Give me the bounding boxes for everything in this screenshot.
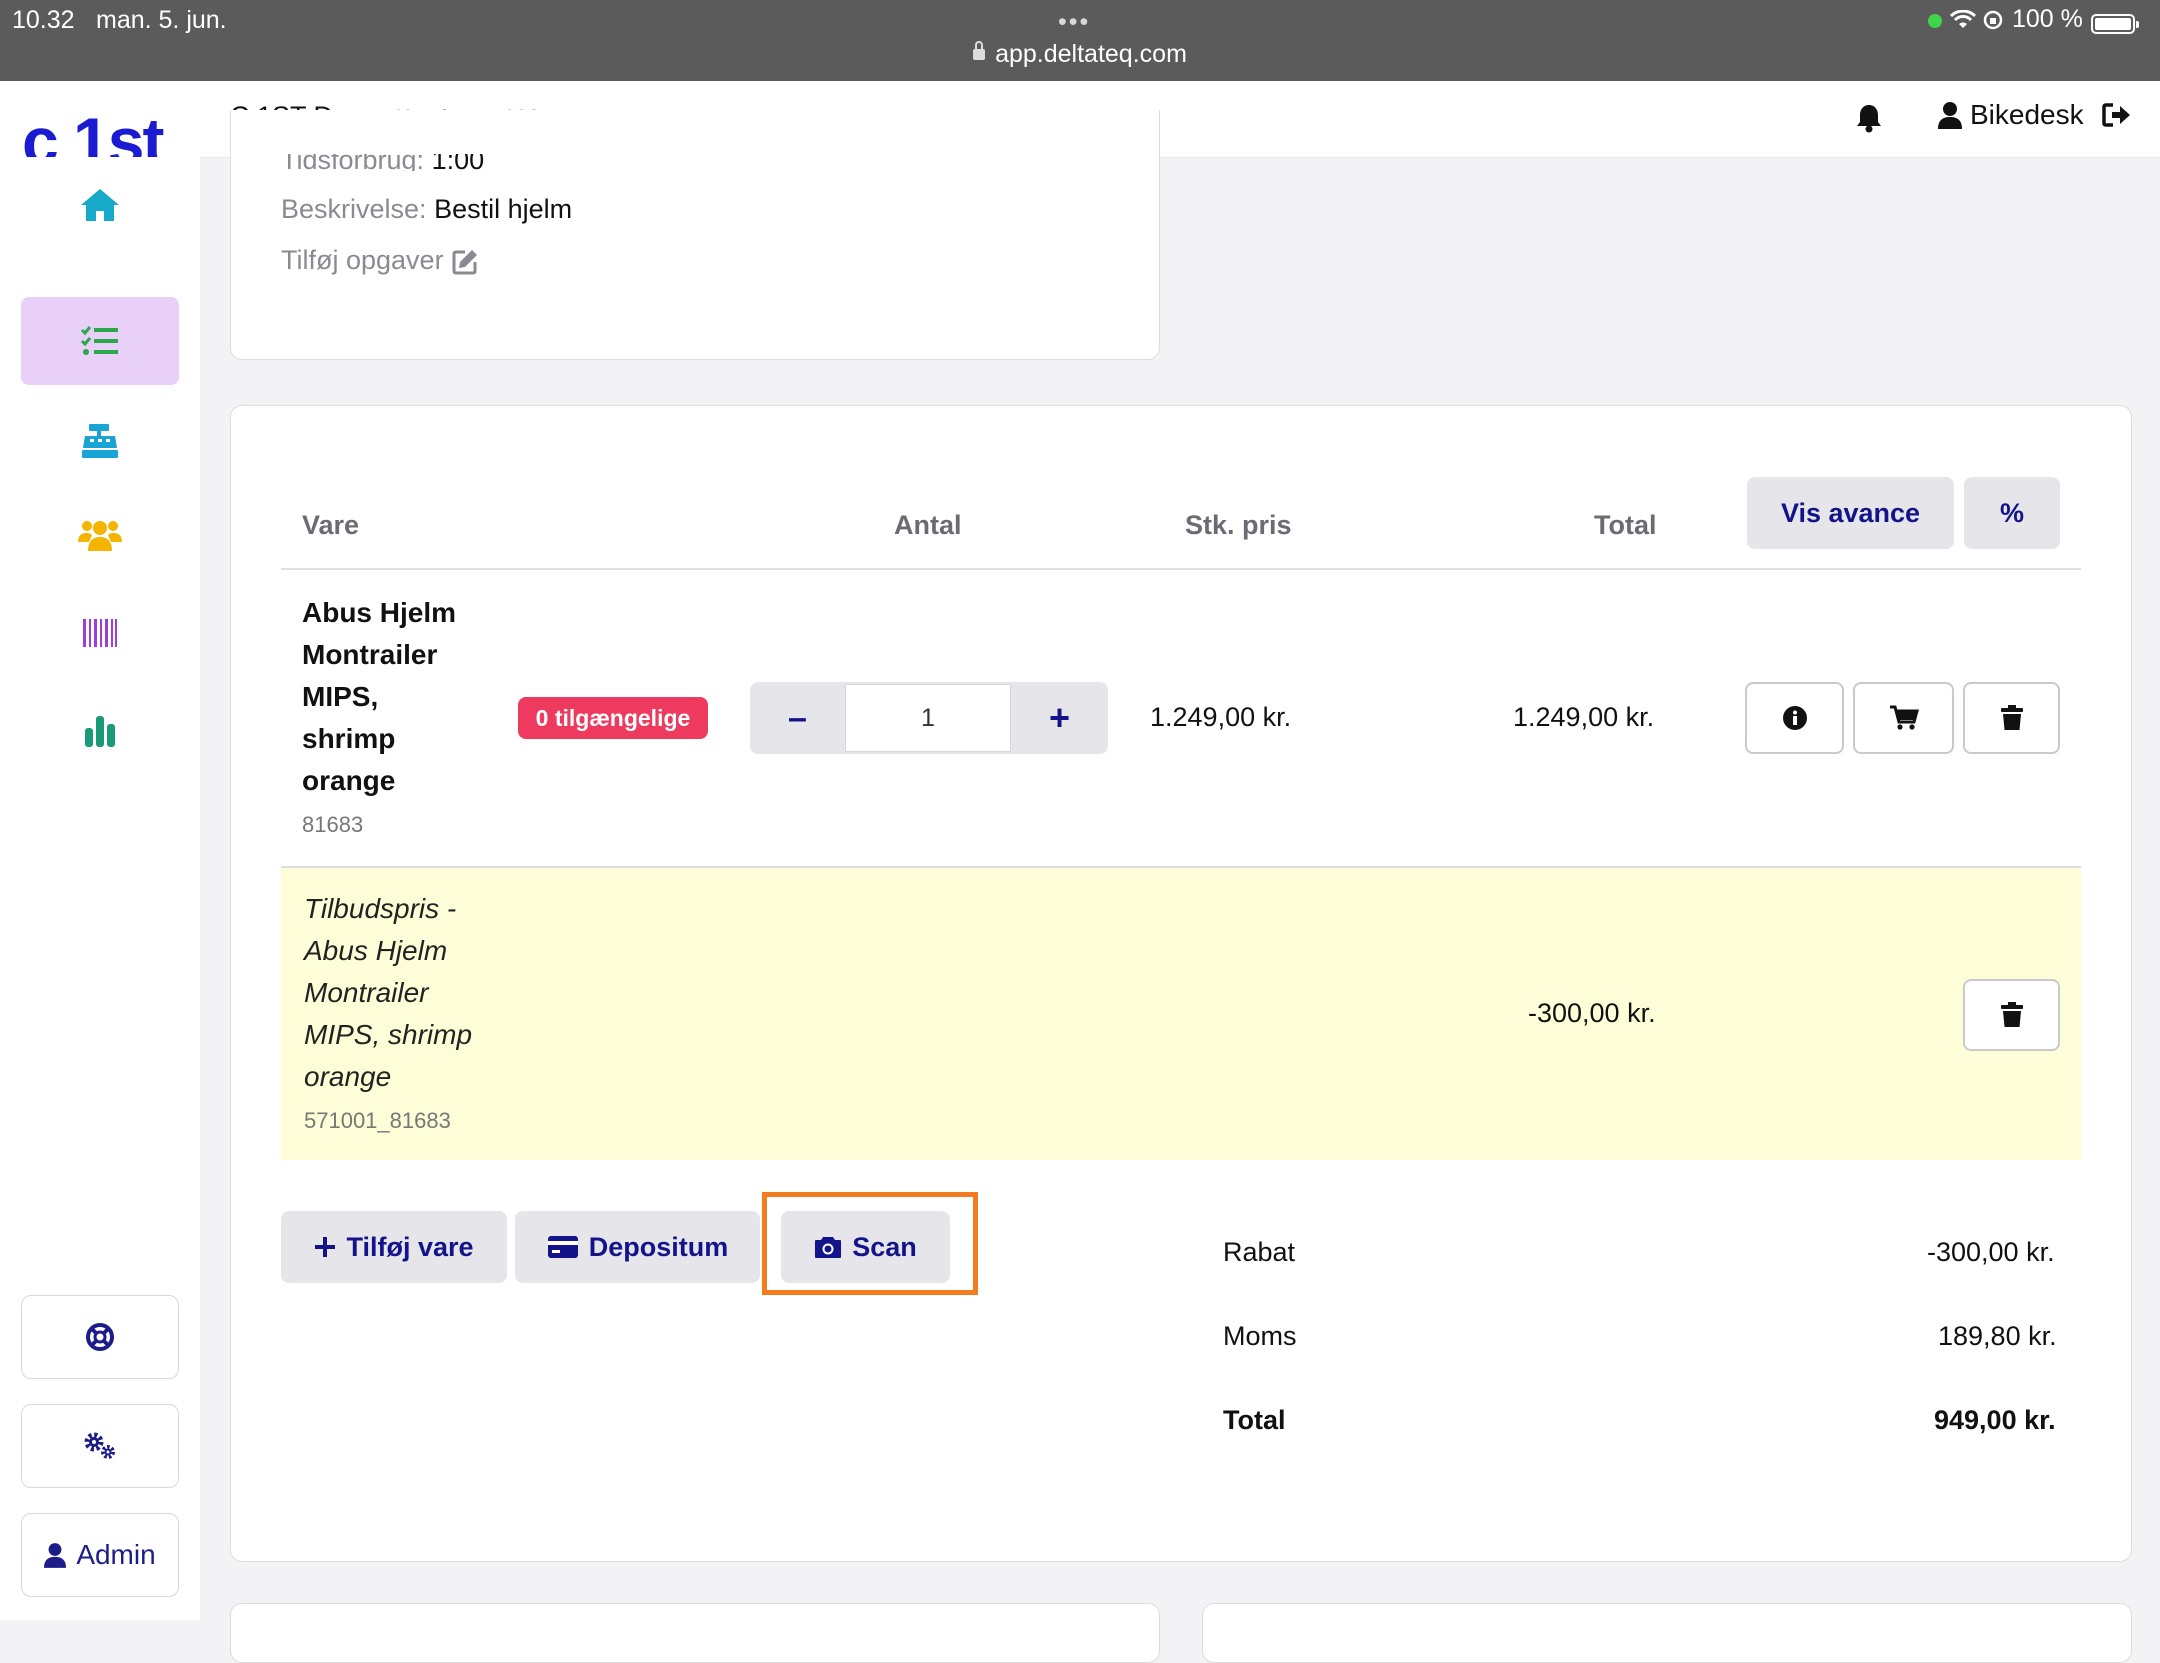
credit-card-icon [547,1236,578,1258]
scan-button[interactable]: Scan [781,1211,950,1283]
increase-qty-button[interactable]: + [1011,682,1108,754]
bottom-card-left [230,1603,1160,1663]
description-label: Beskrivelse: [281,194,427,224]
unit-price: 1.249,00 kr. [1150,702,1292,732]
offer-name: Tilbudspris - Abus Hjelm Montrailer MIPS… [304,893,473,1092]
quantity-stepper: – 1 + [750,682,1108,754]
sidebar-item-tasks[interactable] [21,297,179,385]
table-row-offer [281,868,2081,1160]
column-header-unit-price: Stk. pris [1185,510,1292,540]
deposit-label: Depositum [588,1231,729,1262]
camera-indicator-icon [1928,13,1942,28]
description-value: Bestil hjelm [434,194,573,224]
column-header-qty: Antal [894,510,962,540]
show-margin-button[interactable]: Vis avance [1747,477,1954,549]
users-icon [78,521,122,551]
sidebar: Admin [0,157,200,1620]
sidebar-item-register[interactable] [21,397,179,485]
info-button[interactable] [1745,682,1844,754]
barcode-icon [83,619,117,647]
url-text: app.deltateq.com [995,40,1187,68]
user-icon [1938,102,1962,129]
gears-icon [84,1432,115,1459]
battery-percent: 100 % [2012,5,2083,33]
wifi-icon [1950,9,1976,28]
scan-label: Scan [852,1231,917,1262]
decrease-qty-button[interactable]: – [750,682,845,754]
cart-icon [1889,705,1919,730]
admin-button[interactable]: Admin [21,1513,179,1597]
add-item-button[interactable]: Tilføj vare [281,1211,507,1283]
status-date: man. 5. jun. [96,6,227,34]
sidebar-item-barcodes[interactable] [21,589,179,677]
availability-badge: 0 tilgængelige [518,697,708,739]
settings-button[interactable] [21,1404,179,1488]
sidebar-item-customers[interactable] [21,491,179,579]
user-name: Bikedesk [1970,99,2084,130]
offer-sku: 571001_81683 [304,1108,451,1133]
offer-total: -300,00 kr. [1528,998,1656,1028]
column-header-total: Total [1594,510,1657,540]
product-sku: 81683 [302,812,364,837]
add-item-label: Tilføj vare [346,1231,474,1262]
product-name: Abus Hjelm Montrailer MIPS, shrimp orang… [302,597,457,796]
description-row: Beskrivelse: Bestil hjelm [281,194,572,225]
quantity-input[interactable]: 1 [845,684,1011,752]
trash-icon [2000,1002,2023,1027]
deposit-button[interactable]: Depositum [515,1211,760,1283]
delete-offer-button[interactable] [1963,979,2060,1051]
add-tasks-link[interactable]: Tilføj opgaver [281,245,480,276]
bottom-card-right [1202,1603,2132,1663]
status-time: 10.32 [12,6,75,34]
user-icon [44,1543,67,1568]
grand-total-label: Total [1223,1405,1286,1435]
discount-label: Rabat [1223,1237,1296,1267]
chart-icon [85,716,115,747]
discount-value: -300,00 kr. [1927,1237,2055,1267]
more-dots-icon[interactable]: ••• [1058,8,1090,37]
sidebar-item-home[interactable] [21,161,179,249]
grand-total-value: 949,00 kr. [1934,1405,2056,1435]
lock-icon [973,41,986,60]
logout-icon[interactable] [2101,102,2132,128]
lifering-icon [86,1323,114,1351]
time-spent-row: Tidsforbrug: 1:00 [281,147,485,171]
battery-icon [2090,13,2139,34]
table-row-product: Abus Hjelm Montrailer MIPS, shrimp orang… [302,592,512,838]
time-spent-label: Tidsforbrug: [281,147,425,171]
home-icon [81,189,119,221]
status-indicators: 100 % [1928,5,2139,34]
status-bar: 10.32 man. 5. jun. ••• app.deltateq.com … [0,0,2160,81]
bell-icon [1857,105,1881,133]
edit-icon [452,249,477,274]
camera-icon [815,1237,842,1258]
add-tasks-label: Tilføj opgaver [281,245,444,275]
sidebar-item-stats[interactable] [21,687,179,775]
plus-icon [315,1237,336,1257]
address-bar[interactable]: app.deltateq.com [0,40,2160,69]
percent-button[interactable]: % [1964,477,2060,549]
info-icon [1782,706,1807,730]
offer-item: Tilbudspris - Abus Hjelm Montrailer MIPS… [304,888,524,1134]
user-menu[interactable]: Bikedesk [1938,99,2132,131]
tasklist-icon [80,326,118,355]
trash-icon [2000,705,2023,730]
task-card: Tidsforbrug: 1:00 Beskrivelse: Bestil hj… [230,110,1160,360]
order-button[interactable] [1853,682,1954,754]
cash-register-icon [82,424,118,458]
orientation-lock-icon [1983,10,2003,29]
help-button[interactable] [21,1295,179,1379]
notifications-button[interactable] [1855,103,1883,138]
admin-label: Admin [76,1539,156,1570]
vat-value: 189,80 kr. [1938,1321,2057,1351]
time-spent-value: 1:00 [431,147,485,171]
delete-line-button[interactable] [1963,682,2060,754]
column-header-item: Vare [302,510,360,540]
vat-label: Moms [1223,1321,1297,1351]
header-divider [281,568,2081,570]
line-total: 1.249,00 kr. [1513,702,1655,732]
